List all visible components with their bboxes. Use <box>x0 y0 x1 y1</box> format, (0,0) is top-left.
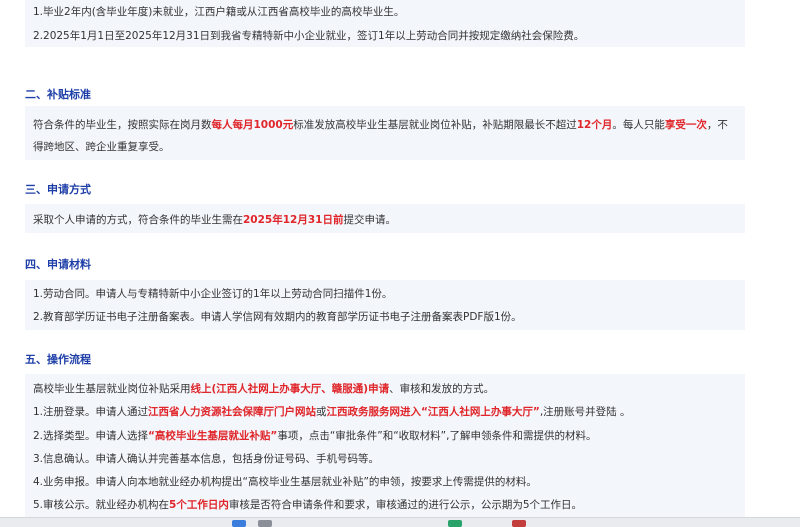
highlight-review-days: 5个工作日内 <box>169 499 229 511</box>
materials-item-2: 2.教育部学历证书电子注册备案表。申请人学信网有效期内的教育部学历证书电子注册备… <box>33 311 522 323</box>
text-segment: 或 <box>316 406 327 418</box>
text-segment: 2.选择类型。申请人选择 <box>33 430 149 442</box>
procedure-step-5: 5.审核公示。就业经办机构在5个工作日内审核是否符合申请条件和要求，审核通过的进… <box>33 497 582 512</box>
procedure-step-1: 1.注册登录。申请人通过江西省人力资源社会保障厅门户网站或江西政务服务网进入“江… <box>33 404 631 419</box>
text-segment: 5.审核公示。就业经办机构在 <box>33 499 170 511</box>
subsidy-standard-text-cont: 得跨地区、跨企业重复享受。 <box>33 141 170 153</box>
page-content: 1.毕业2年内(含毕业年度)未就业，江西户籍或从江西省高校毕业的高校毕业生。 2… <box>0 0 800 526</box>
text-segment: 标准发放高校毕业生基层就业岗位补贴，补贴期限最长不超过 <box>293 119 577 131</box>
highlight-amount: 每人每月1000元 <box>211 119 294 131</box>
eligibility-item-1: 1.毕业2年内(含毕业年度)未就业，江西户籍或从江西省高校毕业的高校毕业生。 <box>33 6 405 18</box>
eligibility-item-2: 2.2025年1月1日至2025年12月31日到我省专精特新中小企业就业，签订1… <box>33 30 585 42</box>
text-segment: 符合条件的毕业生，按照实际在岗月数 <box>33 119 212 131</box>
procedure-intro: 高校毕业生基层就业岗位补贴采用线上(江西人社网上办事大厅、赣服通)申请、审核和发… <box>33 381 494 396</box>
heading-procedure: 五、操作流程 <box>25 353 91 366</box>
application-method-text: 采取个人申请的方式，符合条件的毕业生需在2025年12月31日前提交申请。 <box>33 212 396 227</box>
highlight-subsidy-item: “高校毕业生基层就业补贴” <box>148 430 278 442</box>
subsidy-standard-box: 符合条件的毕业生，按照实际在岗月数每人每月1000元标准发放高校毕业生基层就业岗… <box>25 106 745 160</box>
text-segment: ，不 <box>706 119 728 131</box>
text-segment: 1.注册登录。申请人通过 <box>33 406 149 418</box>
procedure-step-3: 3.信息确认。申请人确认并完善基本信息，包括身份证号码、手机号码等。 <box>33 453 380 465</box>
link-hrss-portal[interactable]: 江西省人力资源社会保障厅门户网站 <box>148 406 316 418</box>
procedure-step-4: 4.业务申报。申请人向本地就业经办机构提出“高校毕业生基层就业补贴”的申领，按要… <box>33 476 537 488</box>
highlight-once: 享受一次 <box>664 119 707 131</box>
text-segment: 事项，点击“审批条件”和“收取材料”,了解申领条件和需提供的材料。 <box>277 430 597 442</box>
highlight-duration: 12个月 <box>576 119 613 131</box>
procedure-step-2: 2.选择类型。申请人选择“高校毕业生基层就业补贴”事项，点击“审批条件”和“收取… <box>33 428 596 443</box>
text-segment: 、审核和发放的方式。 <box>389 383 495 395</box>
highlight-deadline: 2025年12月31日前 <box>243 214 344 226</box>
materials-item-1: 1.劳动合同。申请人与专精特新中小企业签订的1年以上劳动合同扫描件1份。 <box>33 288 393 300</box>
heading-subsidy-standard: 二、补贴标准 <box>25 88 91 101</box>
link-gov-service-portal[interactable]: 江西政务服务网进入“江西人社网上办事大厅” <box>327 406 540 418</box>
text-segment: 采取个人申请的方式，符合条件的毕业生需在 <box>33 214 243 226</box>
materials-box: 1.劳动合同。申请人与专精特新中小企业签订的1年以上劳动合同扫描件1份。 2.教… <box>25 280 745 330</box>
heading-materials: 四、申请材料 <box>25 258 91 271</box>
subsidy-standard-text: 符合条件的毕业生，按照实际在岗月数每人每月1000元标准发放高校毕业生基层就业岗… <box>33 117 728 132</box>
text-segment: 审核是否符合申请条件和要求，审核通过的进行公示，公示期为5个工作日。 <box>228 499 583 511</box>
highlight-online-channel: 线上(江西人社网上办事大厅、赣服通)申请 <box>190 383 390 395</box>
application-method-box: 采取个人申请的方式，符合条件的毕业生需在2025年12月31日前提交申请。 <box>25 204 745 233</box>
text-segment: 。每人只能 <box>612 119 665 131</box>
text-segment: 提交申请。 <box>343 214 396 226</box>
eligibility-box: 1.毕业2年内(含毕业年度)未就业，江西户籍或从江西省高校毕业的高校毕业生。 2… <box>25 0 745 47</box>
text-segment: ,注册账号并登陆 。 <box>539 406 631 418</box>
heading-application-method: 三、申请方式 <box>25 183 91 196</box>
text-segment: 高校毕业生基层就业岗位补贴采用 <box>33 383 191 395</box>
procedure-box: 高校毕业生基层就业岗位补贴采用线上(江西人社网上办事大厅、赣服通)申请、审核和发… <box>25 374 745 517</box>
